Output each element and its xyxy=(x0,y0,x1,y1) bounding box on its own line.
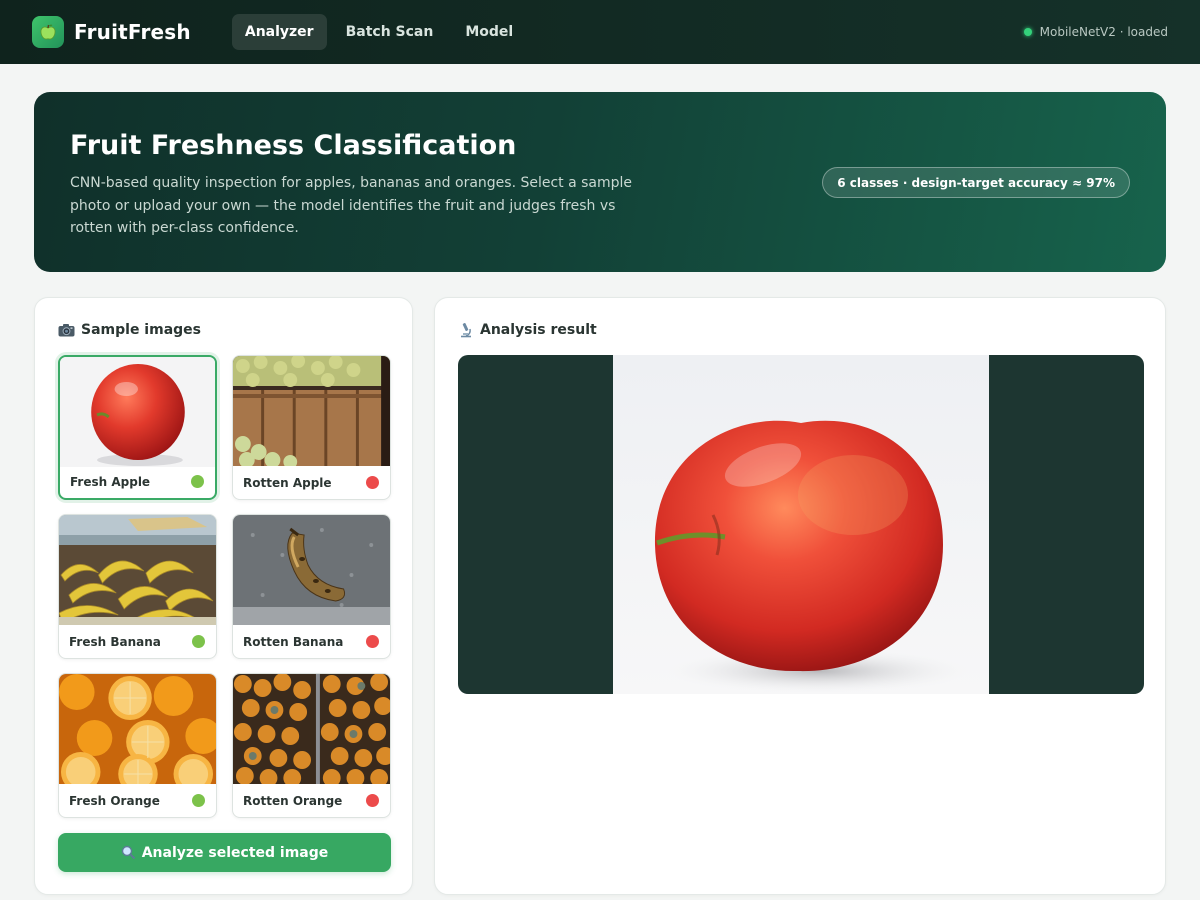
brand[interactable]: FruitFresh xyxy=(32,16,191,48)
nav-tab-model[interactable]: Model xyxy=(452,14,526,50)
rotten-status-dot-icon xyxy=(366,794,379,807)
sample-label: Fresh Orange xyxy=(69,794,160,808)
rotten-apple-thumbnail xyxy=(233,356,390,466)
hero-banner: Fruit Freshness Classification CNN-based… xyxy=(34,92,1166,272)
analysis-result-title: Analysis result xyxy=(458,322,597,338)
selected-image-preview xyxy=(458,355,1144,694)
model-status: MobileNetV2 · loaded xyxy=(1023,0,1168,64)
analyze-button[interactable]: Analyze selected image xyxy=(58,833,391,872)
hero-description: CNN-based quality inspection for apples,… xyxy=(70,175,633,236)
rotten-banana-thumbnail xyxy=(233,515,390,625)
sample-card-fresh-banana[interactable]: Fresh Banana xyxy=(58,514,217,659)
sample-card-rotten-banana[interactable]: Rotten Banana xyxy=(232,514,391,659)
analyze-button-label: Analyze selected image xyxy=(141,844,329,861)
nav-tab-batch-scan[interactable]: Batch Scan xyxy=(333,14,447,50)
top-navigation-bar: FruitFresh Analyzer Batch Scan Model Mob… xyxy=(0,0,1200,64)
apple-preview-image xyxy=(613,355,989,694)
model-status-text: MobileNetV2 · loaded xyxy=(1039,25,1168,39)
nav-tab-analyzer[interactable]: Analyzer xyxy=(231,14,327,50)
sample-images-title: Sample images xyxy=(58,322,201,338)
fresh-orange-thumbnail xyxy=(59,674,216,784)
magnifier-icon xyxy=(121,845,136,860)
fresh-status-dot-icon xyxy=(191,475,204,488)
sample-label: Rotten Banana xyxy=(243,635,344,649)
sample-card-rotten-orange[interactable]: Rotten Orange xyxy=(232,673,391,818)
sample-images-label: Sample images xyxy=(81,322,201,338)
sample-label: Rotten Orange xyxy=(243,794,343,808)
sample-label: Fresh Banana xyxy=(69,635,161,649)
analysis-result-label: Analysis result xyxy=(480,322,597,338)
camera-icon xyxy=(58,323,75,337)
apple-icon xyxy=(32,16,64,48)
fresh-status-dot-icon xyxy=(192,794,205,807)
sample-card-fresh-orange[interactable]: Fresh Orange xyxy=(58,673,217,818)
fresh-banana-thumbnail xyxy=(59,515,216,625)
app-name: FruitFresh xyxy=(74,20,191,44)
sample-card-rotten-apple[interactable]: Rotten Apple xyxy=(232,355,391,500)
sample-label: Rotten Apple xyxy=(243,476,332,490)
rotten-status-dot-icon xyxy=(366,476,379,489)
fresh-apple-thumbnail xyxy=(60,357,215,467)
status-dot-icon xyxy=(1023,28,1032,36)
sample-images-panel: Sample images Fresh Apple Rotten Apple F… xyxy=(34,297,413,895)
rotten-orange-thumbnail xyxy=(233,674,390,784)
analysis-result-panel: Analysis result xyxy=(434,297,1166,895)
microscope-icon xyxy=(458,322,474,338)
sample-card-fresh-apple[interactable]: Fresh Apple xyxy=(58,355,217,500)
accuracy-badge: 6 classes · design-target accuracy ≈ 97% xyxy=(822,167,1130,198)
rotten-status-dot-icon xyxy=(366,635,379,648)
main-nav: Analyzer Batch Scan Model xyxy=(231,14,532,50)
fresh-status-dot-icon xyxy=(192,635,205,648)
sample-label: Fresh Apple xyxy=(70,475,151,489)
page-title: Fruit Freshness Classification xyxy=(70,130,517,161)
